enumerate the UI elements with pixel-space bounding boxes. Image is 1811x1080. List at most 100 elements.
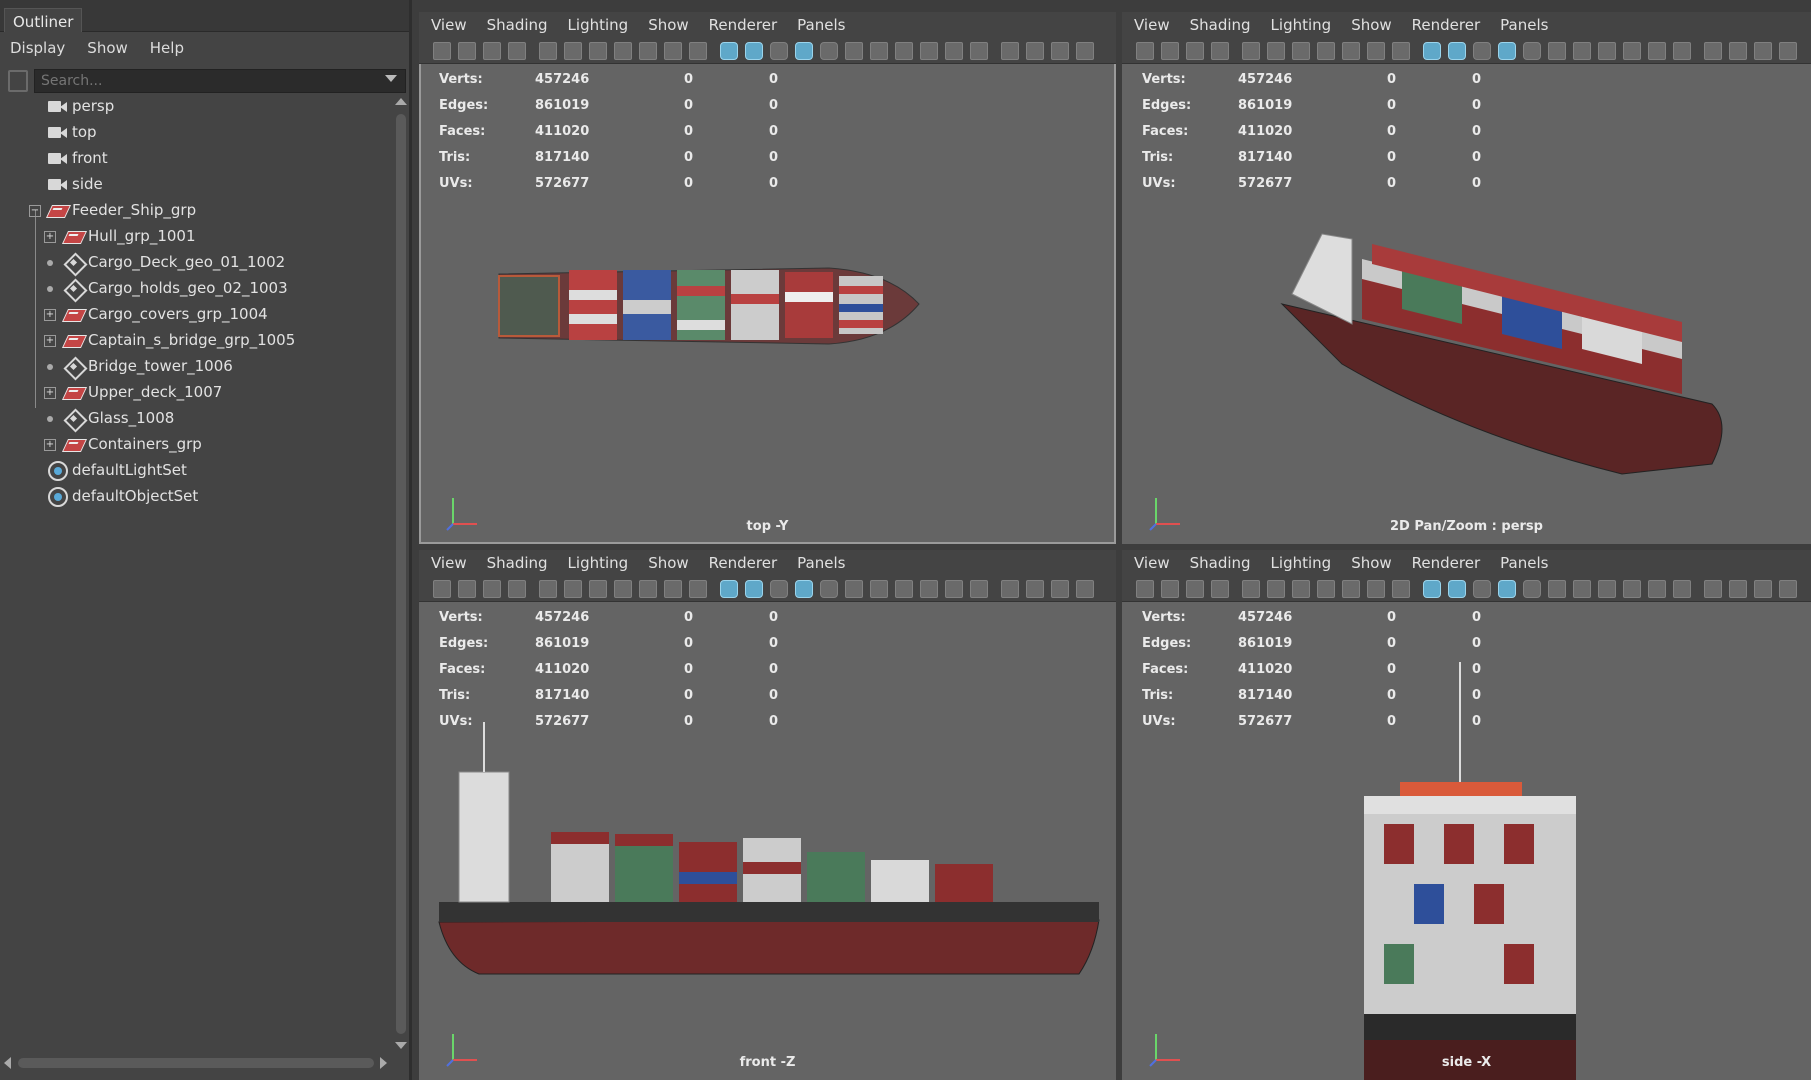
- grid-icon[interactable]: [1242, 580, 1260, 598]
- menu-shading[interactable]: Shading: [487, 16, 548, 34]
- use-all-lights-icon[interactable]: [1548, 42, 1566, 60]
- film-gate-icon[interactable]: [1267, 580, 1285, 598]
- menu-lighting[interactable]: Lighting: [568, 554, 629, 572]
- resolution-gate-icon[interactable]: [1292, 42, 1310, 60]
- xray-icon[interactable]: [1729, 42, 1747, 60]
- bounding-box-icon[interactable]: [795, 580, 813, 598]
- expand-toggle[interactable]: +: [44, 439, 56, 451]
- smooth-shade-icon[interactable]: [1448, 580, 1466, 598]
- default-material-icon[interactable]: [1473, 42, 1491, 60]
- gate-mask-icon[interactable]: [1317, 580, 1335, 598]
- xray-components-icon[interactable]: [1779, 580, 1797, 598]
- isolate-select-icon[interactable]: [1001, 580, 1019, 598]
- wireframe-icon[interactable]: [1423, 580, 1441, 598]
- use-all-lights-icon[interactable]: [845, 580, 863, 598]
- viewport-top[interactable]: View Shading Lighting Show Renderer Pane…: [419, 12, 1116, 544]
- camera-select-icon[interactable]: [458, 42, 476, 60]
- expand-toggle[interactable]: +: [44, 231, 56, 243]
- isolate-select-icon[interactable]: [1704, 580, 1722, 598]
- shadows-icon[interactable]: [870, 580, 888, 598]
- viewport-persp[interactable]: View Shading Lighting Show Renderer Pane…: [1122, 12, 1811, 544]
- scrollbar-thumb[interactable]: [18, 1058, 374, 1068]
- image-plane-icon[interactable]: [508, 42, 526, 60]
- wireframe-icon[interactable]: [720, 42, 738, 60]
- shadows-icon[interactable]: [1573, 580, 1591, 598]
- default-material-icon[interactable]: [770, 580, 788, 598]
- xray-icon[interactable]: [1026, 42, 1044, 60]
- bookmark-icon[interactable]: [483, 42, 501, 60]
- screen-space-ao-icon[interactable]: [1598, 42, 1616, 60]
- menu-show[interactable]: Show: [648, 16, 688, 34]
- bookmark-icon[interactable]: [1186, 42, 1204, 60]
- motion-blur-icon[interactable]: [920, 580, 938, 598]
- grid-icon[interactable]: [539, 580, 557, 598]
- xray-icon[interactable]: [1729, 580, 1747, 598]
- viewport-canvas[interactable]: [419, 64, 1116, 544]
- safe-title-icon[interactable]: [689, 580, 707, 598]
- motion-blur-icon[interactable]: [920, 42, 938, 60]
- anti-alias-icon[interactable]: [945, 42, 963, 60]
- xray-components-icon[interactable]: [1076, 580, 1094, 598]
- menu-shading[interactable]: Shading: [1190, 16, 1251, 34]
- xray-joints-icon[interactable]: [1051, 580, 1069, 598]
- image-plane-icon[interactable]: [508, 580, 526, 598]
- menu-shading[interactable]: Shading: [487, 554, 548, 572]
- outliner-vertical-scrollbar[interactable]: [394, 94, 408, 1054]
- bookmark-icon[interactable]: [483, 580, 501, 598]
- xray-components-icon[interactable]: [1076, 42, 1094, 60]
- default-material-icon[interactable]: [770, 42, 788, 60]
- screen-space-ao-icon[interactable]: [895, 580, 913, 598]
- menu-lighting[interactable]: Lighting: [568, 16, 629, 34]
- menu-show[interactable]: Show: [1351, 16, 1391, 34]
- outliner-horizontal-scrollbar[interactable]: [0, 1054, 392, 1072]
- image-plane-icon[interactable]: [1211, 580, 1229, 598]
- textured-icon[interactable]: [820, 42, 838, 60]
- xray-joints-icon[interactable]: [1754, 42, 1772, 60]
- viewport-front[interactable]: View Shading Lighting Show Renderer Pane…: [419, 550, 1116, 1080]
- shadows-icon[interactable]: [1573, 42, 1591, 60]
- filter-icon[interactable]: [8, 70, 28, 92]
- safe-title-icon[interactable]: [1392, 580, 1410, 598]
- grid-icon[interactable]: [539, 42, 557, 60]
- menu-view[interactable]: View: [431, 16, 467, 34]
- field-chart-icon[interactable]: [1342, 580, 1360, 598]
- textured-icon[interactable]: [1523, 42, 1541, 60]
- anti-alias-icon[interactable]: [1648, 580, 1666, 598]
- camera-icon[interactable]: [1136, 580, 1154, 598]
- depth-of-field-icon[interactable]: [1673, 580, 1691, 598]
- scroll-right-arrow-icon[interactable]: [380, 1057, 387, 1069]
- menu-renderer[interactable]: Renderer: [1412, 554, 1480, 572]
- safe-action-icon[interactable]: [1367, 42, 1385, 60]
- safe-title-icon[interactable]: [1392, 42, 1410, 60]
- xray-icon[interactable]: [1026, 580, 1044, 598]
- viewport-canvas[interactable]: [1122, 602, 1811, 1080]
- camera-icon[interactable]: [1136, 42, 1154, 60]
- menu-view[interactable]: View: [1134, 554, 1170, 572]
- menu-help[interactable]: Help: [150, 39, 184, 57]
- menu-view[interactable]: View: [431, 554, 467, 572]
- xray-joints-icon[interactable]: [1051, 42, 1069, 60]
- use-all-lights-icon[interactable]: [1548, 580, 1566, 598]
- resolution-gate-icon[interactable]: [589, 42, 607, 60]
- screen-space-ao-icon[interactable]: [1598, 580, 1616, 598]
- xray-joints-icon[interactable]: [1754, 580, 1772, 598]
- menu-view[interactable]: View: [1134, 16, 1170, 34]
- isolate-select-icon[interactable]: [1704, 42, 1722, 60]
- expand-toggle[interactable]: +: [44, 335, 56, 347]
- safe-action-icon[interactable]: [1367, 580, 1385, 598]
- film-gate-icon[interactable]: [564, 580, 582, 598]
- menu-panels[interactable]: Panels: [797, 554, 845, 572]
- motion-blur-icon[interactable]: [1623, 580, 1641, 598]
- textured-icon[interactable]: [820, 580, 838, 598]
- menu-renderer[interactable]: Renderer: [709, 16, 777, 34]
- field-chart-icon[interactable]: [639, 580, 657, 598]
- anti-alias-icon[interactable]: [945, 580, 963, 598]
- scroll-left-arrow-icon[interactable]: [4, 1057, 11, 1069]
- menu-renderer[interactable]: Renderer: [709, 554, 777, 572]
- depth-of-field-icon[interactable]: [1673, 42, 1691, 60]
- image-plane-icon[interactable]: [1211, 42, 1229, 60]
- collapse-toggle[interactable]: −: [29, 205, 41, 217]
- field-chart-icon[interactable]: [1342, 42, 1360, 60]
- textured-icon[interactable]: [1523, 580, 1541, 598]
- film-gate-icon[interactable]: [564, 42, 582, 60]
